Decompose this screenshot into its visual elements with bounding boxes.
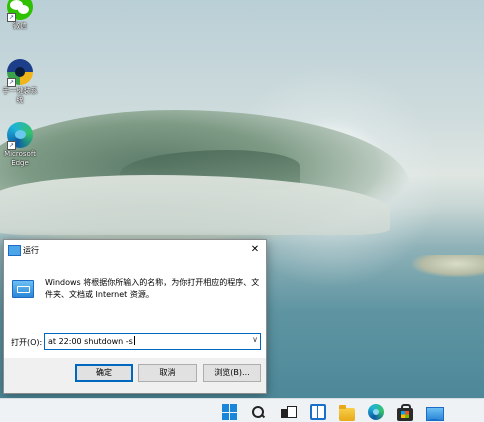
dialog-description: Windows 将根据你所输入的名称，为你打开相应的程序、文件夹、文档或 Int…: [45, 278, 260, 299]
dialog-titlebar[interactable]: 运行 ✕: [4, 240, 266, 260]
edge-icon: ↗: [7, 122, 33, 150]
text-caret: [133, 336, 135, 345]
command-input[interactable]: at 22:00 shutdown -s ∨: [44, 333, 261, 350]
shortcut-arrow-icon: ↗: [7, 13, 16, 22]
start-icon[interactable]: [222, 404, 238, 420]
close-button[interactable]: ✕: [244, 240, 266, 260]
player-app-icon: ↗: [7, 59, 33, 87]
run-dialog: 运行 ✕ Windows 将根据你所输入的名称，为你打开相应的程序、文件夹、文档…: [3, 239, 267, 394]
shortcut-arrow-icon: ↗: [7, 78, 16, 87]
file-explorer-icon[interactable]: [339, 405, 355, 421]
wallpaper-islet: [412, 255, 484, 277]
run-program-icon: [12, 280, 34, 298]
wechat-icon: ↗: [7, 0, 33, 22]
dialog-body: Windows 将根据你所输入的名称，为你打开相应的程序、文件夹、文档或 Int…: [4, 260, 266, 358]
ok-button[interactable]: 确定: [75, 364, 133, 382]
desktop-icon-label: Microsoft Edge: [4, 150, 36, 167]
shortcut-arrow-icon: ↗: [7, 141, 16, 150]
task-view-icon[interactable]: [280, 404, 297, 420]
widgets-icon[interactable]: [310, 404, 326, 420]
browse-button[interactable]: 浏览(B)...: [203, 364, 261, 382]
run-icon: [8, 245, 21, 256]
desktop-icon-label: 手一键装系统: [2, 87, 38, 104]
desktop-icon-player-app[interactable]: ↗ 手一键装系统: [0, 59, 40, 105]
chevron-down-icon[interactable]: ∨: [252, 335, 258, 344]
search-icon[interactable]: [250, 404, 266, 420]
cancel-button[interactable]: 取消: [138, 364, 197, 382]
dialog-title: 运行: [23, 246, 39, 255]
desktop-icon-label: 微信: [13, 22, 27, 30]
edge-icon[interactable]: [368, 404, 384, 420]
command-input-value: at 22:00 shutdown -s: [48, 336, 135, 346]
open-label: 打开(O):: [11, 338, 43, 347]
desktop-icon-wechat[interactable]: ↗ 微信: [0, 0, 40, 31]
dialog-footer: 确定 取消 浏览(B)...: [4, 358, 266, 393]
store-icon[interactable]: [397, 404, 413, 421]
desktop-icon-edge[interactable]: ↗ Microsoft Edge: [0, 122, 42, 168]
